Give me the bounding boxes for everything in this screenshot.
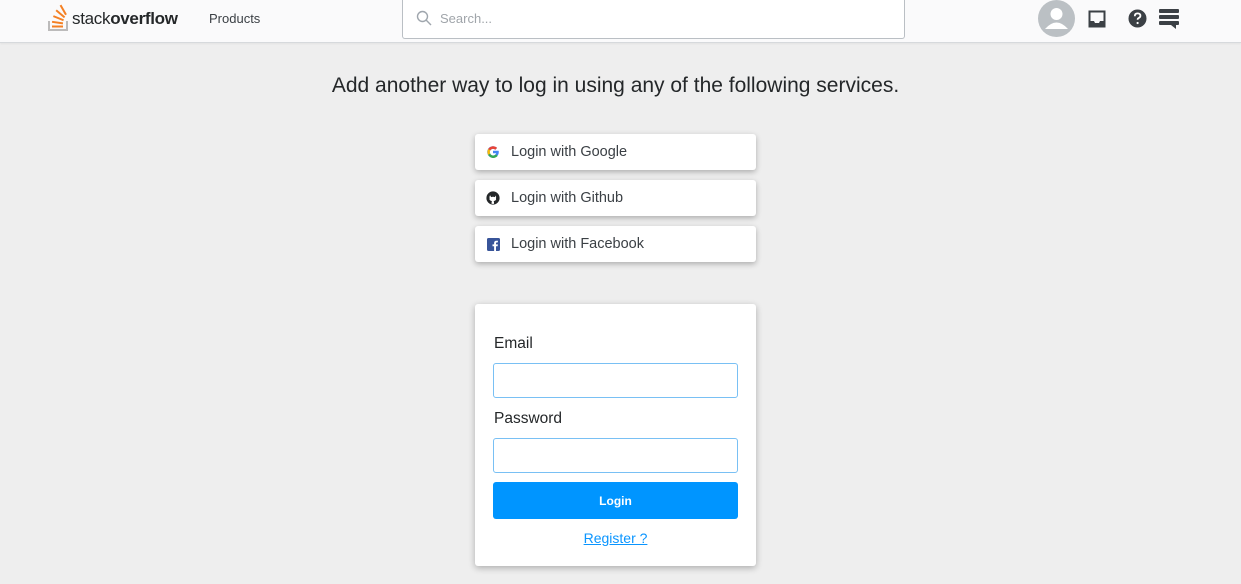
stackoverflow-logo-icon bbox=[48, 4, 68, 31]
page-headline: Add another way to log in using any of t… bbox=[331, 74, 900, 97]
help-icon[interactable] bbox=[1128, 9, 1147, 33]
password-field[interactable] bbox=[493, 438, 738, 473]
google-icon bbox=[486, 145, 500, 159]
avatar[interactable] bbox=[1038, 0, 1075, 37]
login-facebook-button[interactable]: Login with Facebook bbox=[475, 226, 756, 262]
top-bar: stackoverflow Products bbox=[0, 0, 1241, 43]
login-google-label: Login with Google bbox=[511, 144, 628, 160]
logo-text-light: stack bbox=[72, 9, 111, 28]
search-box[interactable] bbox=[402, 0, 905, 39]
facebook-icon bbox=[486, 237, 500, 251]
email-label: Email bbox=[494, 335, 533, 352]
login-button[interactable]: Login bbox=[493, 482, 738, 519]
login-github-button[interactable]: Login with Github bbox=[475, 180, 756, 216]
logo-text: stackoverflow bbox=[72, 9, 178, 32]
logo-text-bold: overflow bbox=[110, 9, 178, 28]
search-icon bbox=[416, 10, 432, 31]
password-label: Password bbox=[494, 410, 563, 427]
products-link[interactable]: Products bbox=[209, 11, 260, 26]
stackoverflow-logo[interactable]: stackoverflow bbox=[48, 2, 178, 32]
github-icon bbox=[486, 191, 500, 205]
review-queue-icon[interactable] bbox=[1158, 8, 1180, 35]
email-field[interactable] bbox=[493, 363, 738, 398]
user-icon bbox=[1045, 8, 1068, 29]
inbox-icon[interactable] bbox=[1088, 10, 1106, 33]
login-github-label: Login with Github bbox=[511, 190, 624, 206]
login-form-card: Email Password Login Register ? bbox=[475, 304, 756, 566]
search-input[interactable] bbox=[440, 8, 880, 28]
login-google-button[interactable]: Login with Google bbox=[475, 134, 756, 170]
login-facebook-label: Login with Facebook bbox=[511, 236, 644, 252]
register-link[interactable]: Register ? bbox=[475, 530, 756, 546]
